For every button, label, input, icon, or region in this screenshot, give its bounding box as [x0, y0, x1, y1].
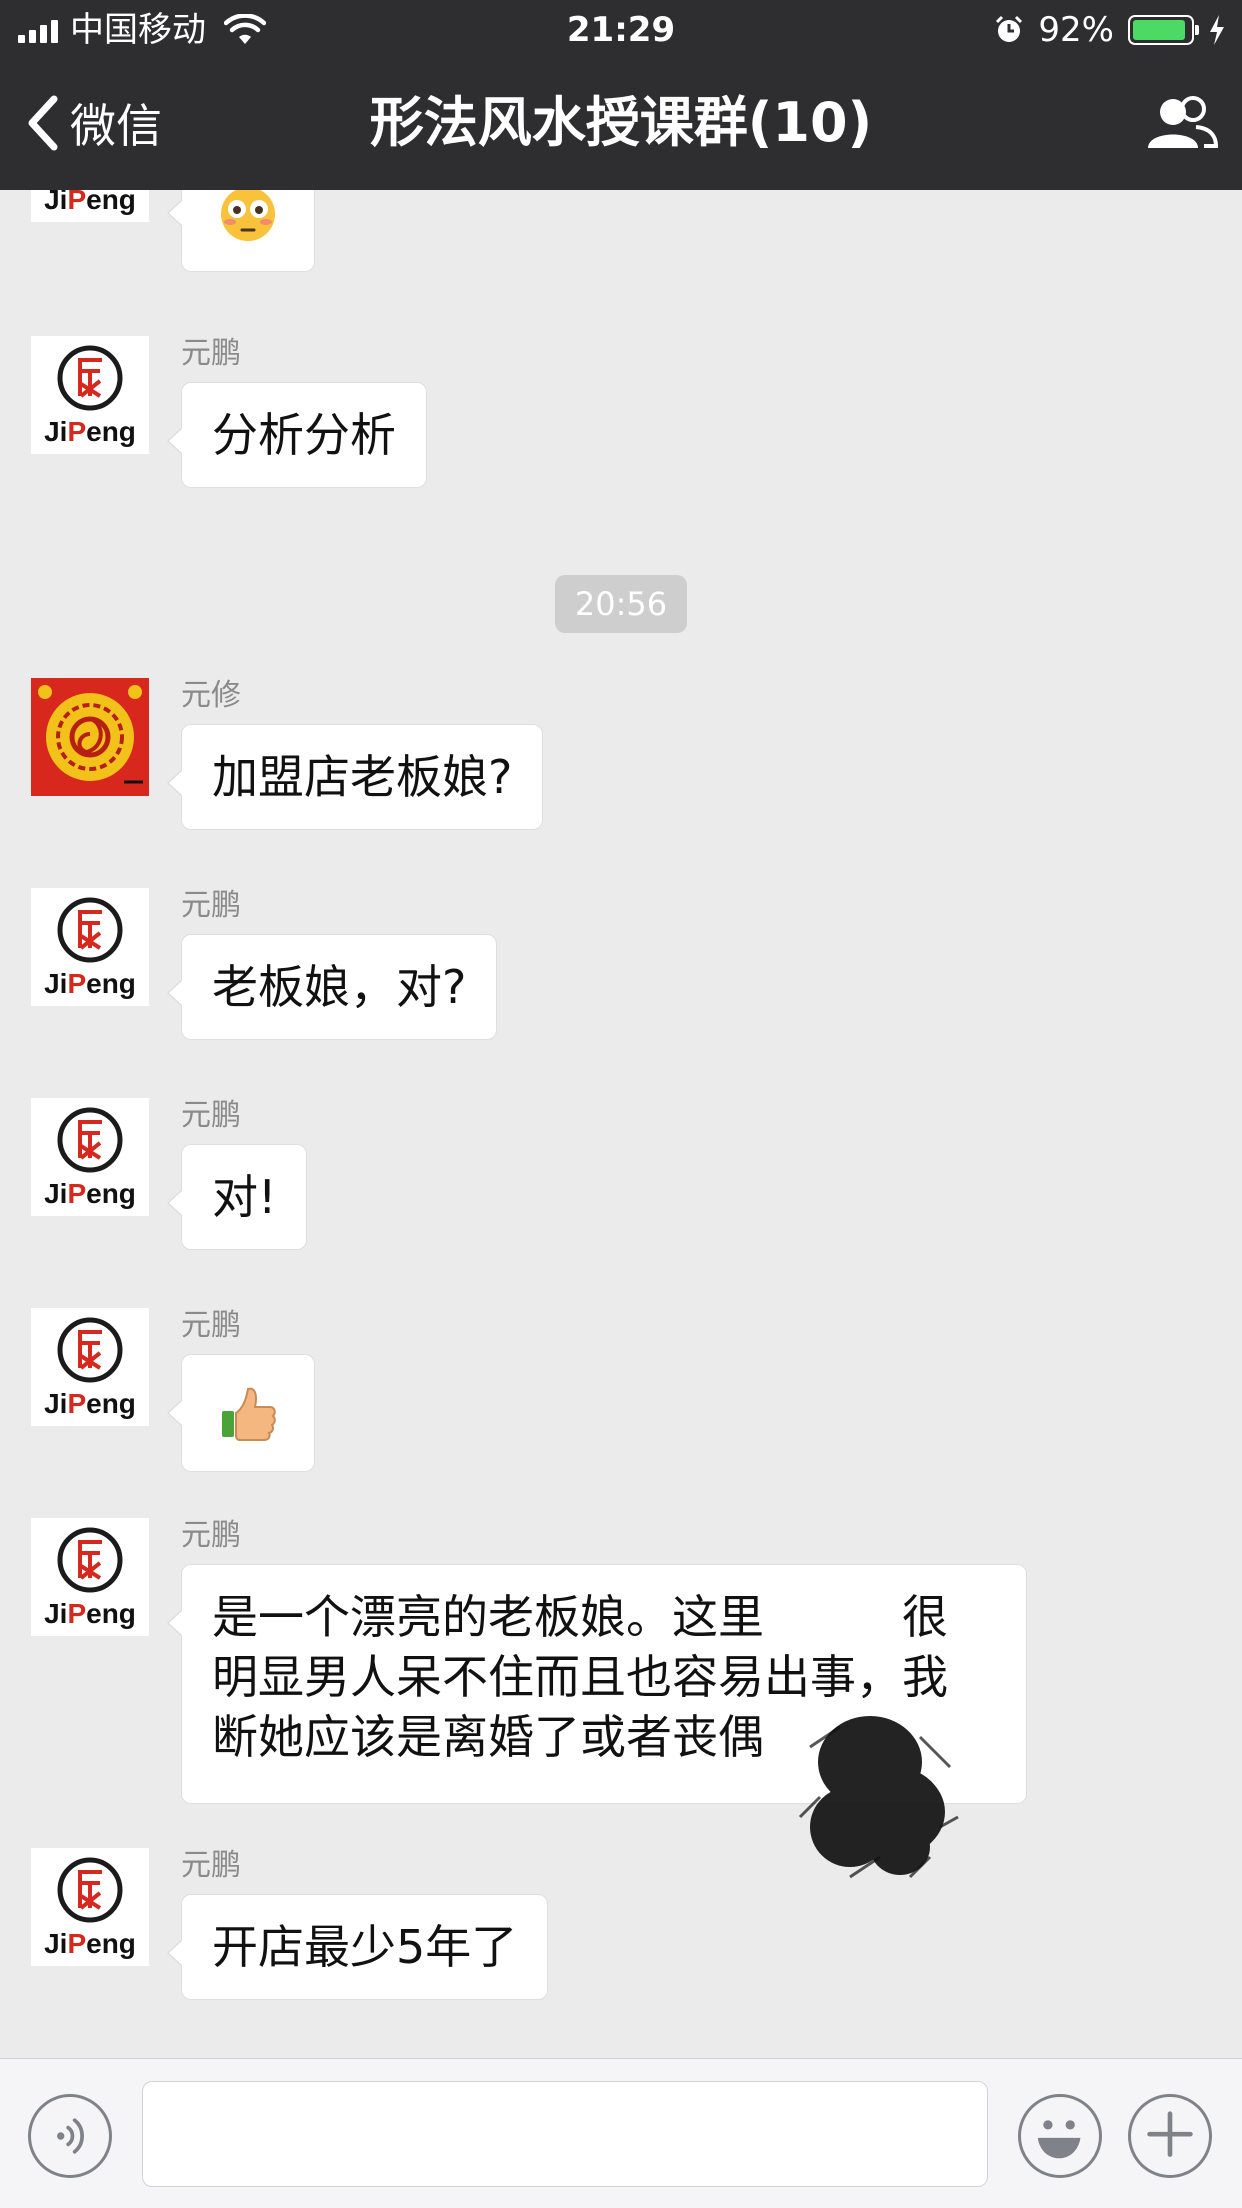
jipeng-logo-icon: JiPeng: [44, 1527, 136, 1629]
chat-area[interactable]: JiPeng JiPeng 元鹏 分析分析 20:56 元修 加盟店老板娘? J…: [0, 190, 1242, 2058]
sender-name: 元鹏: [181, 336, 241, 371]
redaction-scribble: [798, 1716, 959, 1879]
nav-bar: 微信 形法风水授课群(10): [0, 60, 1242, 190]
message-bubble[interactable]: 加盟店老板娘?: [166, 724, 544, 830]
message-input[interactable]: [142, 2081, 988, 2187]
sender-name: 元鹏: [181, 1518, 241, 1553]
avatar[interactable]: JiPeng: [31, 888, 149, 1006]
sender-name: 元鹏: [181, 1848, 241, 1883]
avatar[interactable]: JiPeng: [31, 1098, 149, 1216]
charging-bolt-icon: [1210, 15, 1224, 45]
emoji-button[interactable]: [1018, 2094, 1102, 2178]
avatar[interactable]: JiPeng: [31, 336, 149, 454]
jipeng-logo-icon: JiPeng: [44, 1107, 136, 1209]
svg-text:JiPeng: JiPeng: [44, 968, 136, 999]
time-divider: 20:56: [555, 575, 687, 633]
sender-name: 元鹏: [181, 888, 241, 923]
more-options-button[interactable]: [1128, 2094, 1212, 2178]
avatar[interactable]: JiPeng: [31, 1308, 149, 1426]
input-bar: [0, 2058, 1242, 2208]
thumbs-up-emoji-icon: [222, 1387, 276, 1441]
flushed-face-emoji-icon: [221, 190, 275, 241]
status-right: 92%: [994, 0, 1226, 60]
avatar[interactable]: JiPeng: [31, 1518, 149, 1636]
avatar[interactable]: JiPeng: [31, 1848, 149, 1966]
message-line: 是一个漂亮的老板娘。这里很: [212, 1590, 948, 1644]
dragon-emblem-icon: [31, 678, 149, 796]
svg-text:JiPeng: JiPeng: [44, 1388, 136, 1419]
jipeng-logo-icon: JiPeng: [44, 897, 136, 999]
svg-text:JiPeng: JiPeng: [44, 1928, 136, 1959]
svg-text:JiPeng: JiPeng: [44, 190, 136, 215]
voice-input-button[interactable]: [28, 2094, 112, 2178]
jipeng-logo-icon: JiPeng: [44, 345, 136, 447]
chat-title: 形法风水授课群(10): [369, 91, 873, 154]
status-bar: 中国移动 21:29 92%: [0, 0, 1242, 60]
message-bubble[interactable]: 对!: [166, 1144, 308, 1250]
jipeng-logo-icon: JiPeng: [44, 1857, 136, 1959]
avatar[interactable]: [31, 678, 149, 796]
plus-more-icon: [1147, 2111, 1193, 2157]
message-bubble[interactable]: [167, 190, 315, 272]
battery-percent: 92%: [1038, 10, 1114, 50]
svg-text:JiPeng: JiPeng: [44, 416, 136, 447]
svg-text:JiPeng: JiPeng: [44, 1178, 136, 1209]
voice-input-icon: [57, 2118, 84, 2154]
message-bubble[interactable]: 分析分析: [167, 382, 427, 488]
sender-name: 元修: [181, 678, 241, 713]
message-bubble[interactable]: 开店最少5年了: [166, 1894, 549, 2000]
sender-name: 元鹏: [181, 1098, 241, 1133]
message-bubble[interactable]: [167, 1354, 315, 1472]
alarm-icon: [996, 15, 1023, 42]
top-bar: 中国移动 21:29 92% 微信 形法风水授课群(10): [0, 0, 1242, 190]
avatar[interactable]: JiPeng: [31, 190, 149, 222]
message-line: 明显男人呆不住而且也容易出事，我: [212, 1650, 948, 1704]
message-bubble[interactable]: 老板娘，对?: [166, 934, 498, 1040]
battery-icon: [1128, 15, 1199, 45]
battery-fill: [1133, 20, 1185, 40]
sender-name: 元鹏: [181, 1308, 241, 1343]
group-members-icon[interactable]: [1144, 94, 1218, 154]
svg-text:JiPeng: JiPeng: [44, 1598, 136, 1629]
emoji-face-icon: [1037, 2120, 1081, 2159]
jipeng-logo-icon: JiPeng: [44, 190, 136, 215]
jipeng-logo-icon: JiPeng: [44, 1317, 136, 1419]
